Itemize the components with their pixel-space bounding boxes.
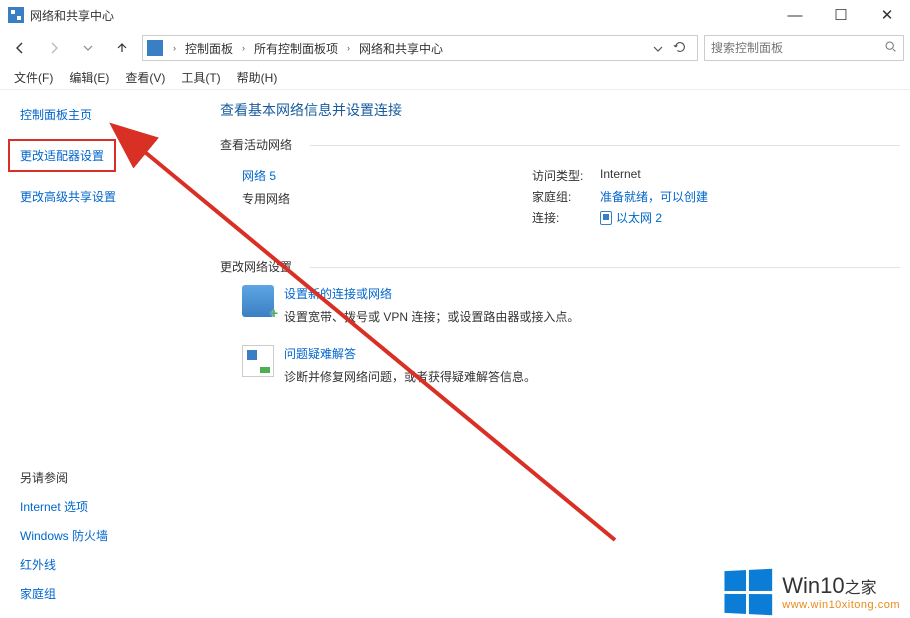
chevron-down-icon	[83, 43, 93, 53]
content-area: 控制面板主页 更改适配器设置 更改高级共享设置 另请参阅 Internet 选项…	[0, 90, 910, 618]
see-also-heading: 另请参阅	[20, 469, 180, 486]
see-also-infrared[interactable]: 红外线	[20, 556, 180, 573]
task-troubleshoot[interactable]: 问题疑难解答 诊断并修复网络问题，或者获得疑难解答信息。	[242, 345, 890, 385]
app-icon	[8, 7, 24, 23]
forward-icon	[46, 40, 62, 56]
breadcrumb-item[interactable]: 控制面板	[182, 38, 236, 59]
sidebar-home-link[interactable]: 控制面板主页	[20, 106, 180, 123]
access-type-label: 访问类型:	[532, 167, 592, 184]
active-networks-label: 查看活动网络	[220, 136, 890, 153]
search-icon[interactable]	[884, 40, 897, 56]
nav-recent-button[interactable]	[74, 34, 102, 62]
see-also-section: 另请参阅 Internet 选项 Windows 防火墙 红外线 家庭组	[20, 409, 180, 602]
watermark: Win10之家 www.win10xitong.com	[722, 570, 900, 614]
see-also-internet-options[interactable]: Internet 选项	[20, 498, 180, 515]
main-panel: 查看基本网络信息并设置连接 查看活动网络 网络 5 专用网络 访问类型: Int…	[200, 90, 910, 618]
menu-view[interactable]: 查看(V)	[117, 66, 173, 89]
see-also-firewall[interactable]: Windows 防火墙	[20, 527, 180, 544]
back-icon	[12, 40, 28, 56]
minimize-button[interactable]: —	[772, 0, 818, 30]
breadcrumb-item[interactable]: 网络和共享中心	[356, 38, 446, 59]
breadcrumb-icon	[147, 40, 163, 56]
task-desc: 诊断并修复网络问题，或者获得疑难解答信息。	[284, 368, 536, 385]
titlebar: 网络和共享中心 — ☐ ✕	[0, 0, 910, 30]
window-title: 网络和共享中心	[30, 7, 114, 24]
nav-bar: › 控制面板 › 所有控制面板项 › 网络和共享中心	[0, 30, 910, 66]
nav-up-button[interactable]	[108, 34, 136, 62]
sidebar-link-advanced-sharing[interactable]: 更改高级共享设置	[20, 188, 180, 205]
windows-logo-icon	[725, 569, 773, 616]
main-heading: 查看基本网络信息并设置连接	[220, 100, 890, 120]
breadcrumb-item[interactable]: 所有控制面板项	[251, 38, 341, 59]
new-connection-icon	[242, 285, 274, 317]
search-box[interactable]	[704, 35, 904, 61]
menu-tools[interactable]: 工具(T)	[173, 66, 228, 89]
task-desc: 设置宽带、拨号或 VPN 连接；或设置路由器或接入点。	[284, 308, 579, 325]
menu-edit[interactable]: 编辑(E)	[61, 66, 117, 89]
chevron-right-icon[interactable]: ›	[344, 43, 353, 53]
homegroup-label: 家庭组:	[532, 188, 592, 205]
menu-bar: 文件(F) 编辑(E) 查看(V) 工具(T) 帮助(H)	[0, 66, 910, 90]
access-type-value: Internet	[600, 167, 641, 184]
troubleshoot-icon	[242, 345, 274, 377]
task-title[interactable]: 问题疑难解答	[284, 345, 536, 362]
breadcrumb[interactable]: › 控制面板 › 所有控制面板项 › 网络和共享中心	[142, 35, 698, 61]
connections-link[interactable]: 以太网 2	[600, 209, 662, 226]
chevron-right-icon[interactable]: ›	[239, 43, 248, 53]
chevron-right-icon[interactable]: ›	[170, 43, 179, 53]
menu-help[interactable]: 帮助(H)	[229, 66, 286, 89]
task-new-connection[interactable]: 设置新的连接或网络 设置宽带、拨号或 VPN 连接；或设置路由器或接入点。	[242, 285, 890, 325]
close-button[interactable]: ✕	[864, 0, 910, 30]
chevron-down-icon	[653, 44, 663, 54]
network-info-right: 访问类型: Internet 家庭组: 准备就绪，可以创建 连接: 以太网 2	[532, 167, 890, 230]
sidebar: 控制面板主页 更改适配器设置 更改高级共享设置 另请参阅 Internet 选项…	[0, 90, 200, 618]
ethernet-icon	[600, 211, 612, 225]
menu-file[interactable]: 文件(F)	[6, 66, 61, 89]
network-name[interactable]: 网络 5	[242, 167, 532, 184]
breadcrumb-dropdown[interactable]	[647, 40, 693, 57]
sidebar-link-adapter-settings[interactable]: 更改适配器设置	[8, 139, 116, 172]
watermark-url: www.win10xitong.com	[782, 599, 900, 611]
maximize-button[interactable]: ☐	[818, 0, 864, 30]
nav-back-button[interactable]	[6, 34, 34, 62]
network-type: 专用网络	[242, 190, 532, 207]
watermark-brand: Win10之家	[782, 573, 900, 599]
refresh-icon[interactable]	[673, 40, 687, 54]
connections-label: 连接:	[532, 209, 592, 226]
nav-forward-button[interactable]	[40, 34, 68, 62]
window-controls: — ☐ ✕	[772, 0, 910, 30]
change-settings-label: 更改网络设置	[220, 258, 890, 275]
homegroup-link[interactable]: 准备就绪，可以创建	[600, 188, 708, 205]
network-block: 网络 5 专用网络 访问类型: Internet 家庭组: 准备就绪，可以创建 …	[242, 167, 890, 230]
network-info-left: 网络 5 专用网络	[242, 167, 532, 230]
see-also-homegroup[interactable]: 家庭组	[20, 585, 180, 602]
up-icon	[114, 40, 130, 56]
search-input[interactable]	[711, 41, 884, 55]
task-title[interactable]: 设置新的连接或网络	[284, 285, 579, 302]
